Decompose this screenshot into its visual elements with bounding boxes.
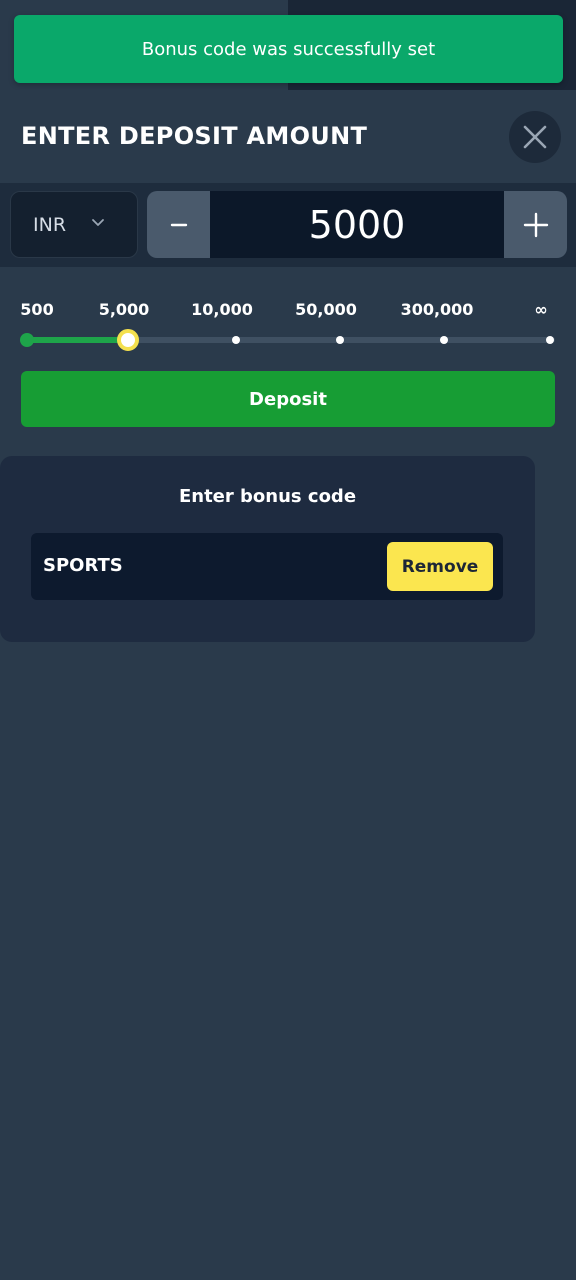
page-title: ENTER DEPOSIT AMOUNT <box>21 122 368 150</box>
plus-icon <box>523 212 548 237</box>
deposit-button[interactable]: Deposit <box>21 371 555 427</box>
currency-select[interactable]: INR <box>10 191 138 258</box>
slider-track-fill <box>25 337 129 343</box>
increment-button[interactable] <box>504 191 567 258</box>
slider-label-50000: 50,000 <box>295 300 357 319</box>
bonus-code-card: Enter bonus code SPORTS Remove <box>0 456 535 642</box>
amount-slider[interactable] <box>20 326 560 354</box>
close-icon <box>523 125 547 149</box>
slider-tick[interactable] <box>440 336 448 344</box>
slider-label-10000: 10,000 <box>191 300 253 319</box>
header: ENTER DEPOSIT AMOUNT <box>0 90 576 184</box>
remove-bonus-button[interactable]: Remove <box>387 542 493 591</box>
amount-row: INR 5000 <box>0 183 576 267</box>
slider-label-infinity: ∞ <box>534 300 548 319</box>
currency-label: INR <box>33 213 67 236</box>
minus-icon <box>170 223 187 226</box>
slider-labels: 500 5,000 10,000 50,000 300,000 ∞ <box>0 300 576 324</box>
amount-stepper: 5000 <box>147 191 567 258</box>
bonus-code-field[interactable]: SPORTS Remove <box>31 533 503 600</box>
decrement-button[interactable] <box>147 191 210 258</box>
slider-start-dot <box>20 333 34 347</box>
bonus-code-value: SPORTS <box>43 555 123 576</box>
slider-label-300000: 300,000 <box>400 300 474 319</box>
slider-tick[interactable] <box>336 336 344 344</box>
bonus-title: Enter bonus code <box>178 486 357 507</box>
slider-thumb[interactable] <box>117 329 139 351</box>
amount-input[interactable]: 5000 <box>210 191 504 258</box>
slider-label-500: 500 <box>20 300 54 319</box>
slider-label-5000: 5,000 <box>98 300 150 319</box>
slider-tick[interactable] <box>232 336 240 344</box>
success-toast: Bonus code was successfully set <box>14 15 563 83</box>
close-button[interactable] <box>509 111 561 163</box>
chevron-down-icon <box>92 219 104 226</box>
slider-tick[interactable] <box>546 336 554 344</box>
